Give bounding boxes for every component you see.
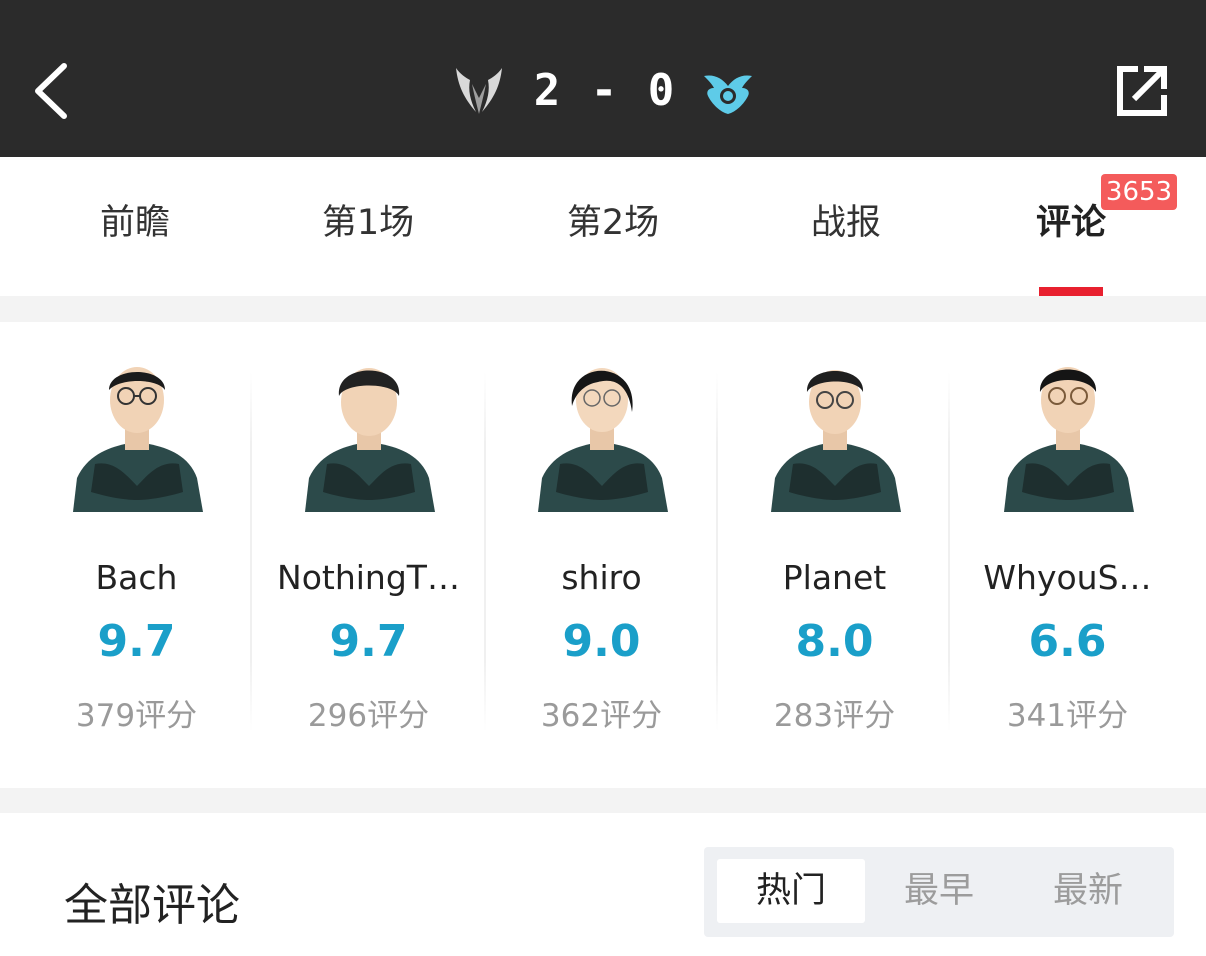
player-score: 9.0 [562, 616, 641, 667]
team-logo-left[interactable] [450, 64, 508, 118]
player-rating-count: 283评分 [773, 698, 896, 734]
tab-preview[interactable]: 前瞻 [70, 201, 200, 245]
tab-game-1[interactable]: 第1场 [303, 201, 433, 245]
sort-newest-button[interactable]: 最新 [1014, 859, 1162, 923]
comments-section: 全部评论 热门 最早 最新 [0, 813, 1206, 956]
player-score: 6.6 [1028, 616, 1107, 667]
comment-sort-group: 热门 最早 最新 [704, 847, 1174, 937]
player-avatar [538, 368, 668, 512]
phoenix-logo-icon [704, 75, 752, 114]
player-name: NothingT… [277, 558, 460, 597]
player-card[interactable]: WhyouS… 6.6 341评分 [951, 322, 1184, 788]
player-card[interactable]: NothingT… 9.7 296评分 [252, 322, 485, 788]
player-avatar [73, 367, 203, 512]
chevron-left-icon [35, 63, 67, 119]
player-score: 9.7 [329, 616, 408, 667]
match-header: 2 - 0 [0, 0, 1206, 157]
player-name: Bach [95, 558, 178, 597]
player-rating-count: 379评分 [75, 698, 198, 734]
share-icon [1117, 66, 1167, 116]
active-tab-indicator [1039, 287, 1103, 296]
player-card[interactable]: Bach 9.7 379评分 [20, 322, 253, 788]
player-card[interactable]: shiro 9.0 362评分 [485, 322, 718, 788]
player-avatar [305, 368, 435, 512]
player-avatar [771, 370, 901, 512]
divider [948, 372, 950, 732]
share-button[interactable] [1112, 61, 1172, 121]
player-score: 8.0 [795, 616, 874, 667]
tab-game-2[interactable]: 第2场 [548, 201, 678, 245]
player-card[interactable]: Planet 8.0 283评分 [718, 322, 951, 788]
player-avatar [1004, 367, 1134, 512]
wings-logo-icon [456, 68, 502, 114]
player-rating-count: 362评分 [540, 698, 663, 734]
player-rating-count: 296评分 [307, 698, 430, 734]
player-name: Planet [782, 558, 887, 597]
comment-count-badge: 3653 [1101, 174, 1177, 210]
match-score: 2 - 0 [533, 65, 677, 116]
player-name: shiro [561, 558, 642, 597]
sort-hot-button[interactable]: 热门 [717, 859, 865, 923]
match-tabs: 前瞻 第1场 第2场 战报 评论 3653 [0, 157, 1206, 296]
sort-earliest-button[interactable]: 最早 [865, 859, 1013, 923]
team-logo-right[interactable] [700, 66, 756, 116]
tab-report[interactable]: 战报 [781, 201, 911, 245]
player-name: WhyouS… [983, 558, 1152, 597]
player-ratings-panel: Bach 9.7 379评分 NothingT… 9.7 296评分 shiro… [0, 322, 1206, 788]
comments-title: 全部评论 [64, 880, 240, 931]
player-rating-count: 341评分 [1006, 698, 1129, 734]
back-button[interactable] [28, 58, 78, 124]
player-score: 9.7 [97, 616, 176, 667]
